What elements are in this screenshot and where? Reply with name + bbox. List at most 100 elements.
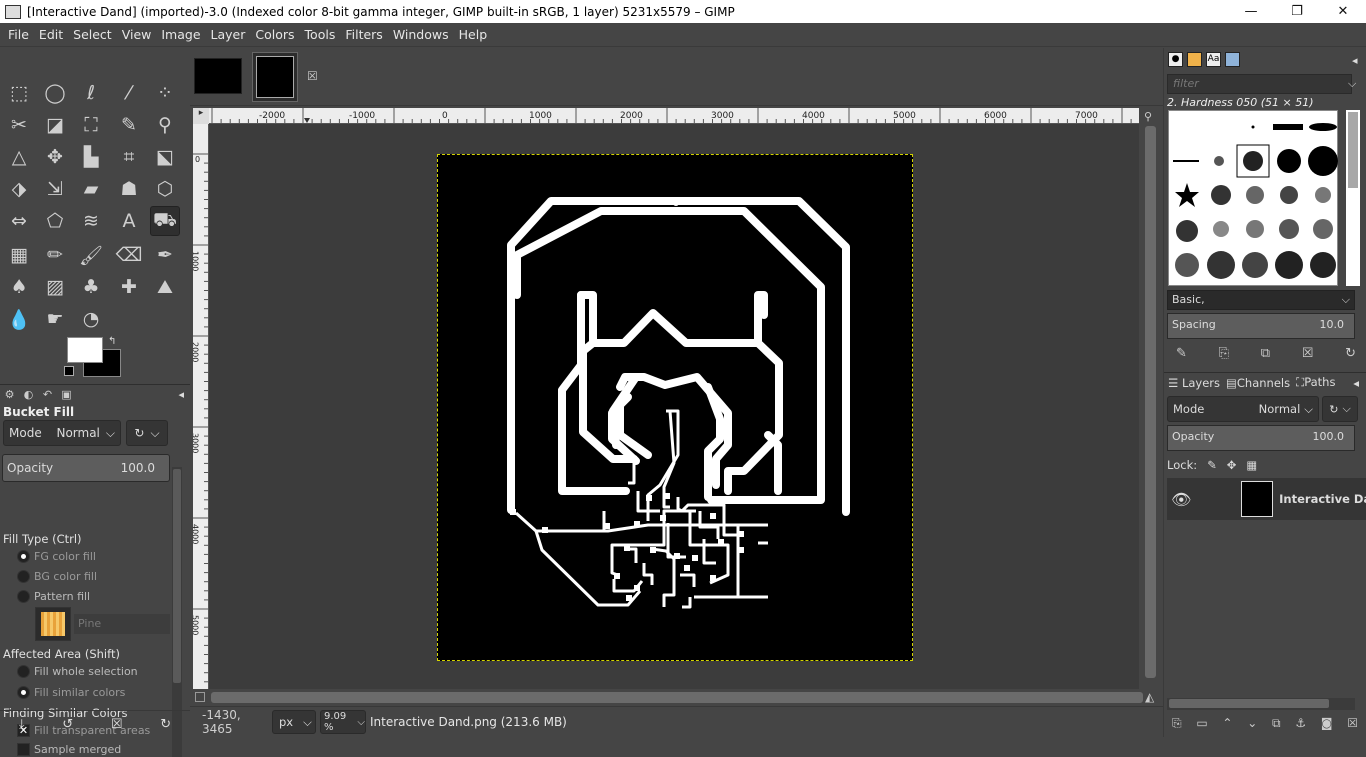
menu-windows[interactable]: Windows	[388, 27, 454, 42]
canvas-vertical-scrollbar[interactable]: ⚲	[1141, 108, 1159, 689]
vertical-ruler[interactable]: 0 1000 2000 3000 4000 5000	[193, 124, 209, 689]
mode-select[interactable]: Mode Normal ⌵	[3, 420, 121, 446]
zoom-tool-icon[interactable]: ⚲	[150, 110, 180, 140]
fill-whole-radio[interactable]	[17, 665, 30, 678]
gradient-tool-icon[interactable]: ▦	[4, 240, 34, 270]
eraser-tool-icon[interactable]: ⌫	[114, 240, 144, 270]
blur-tool-icon[interactable]: 💧	[4, 304, 34, 334]
pattern-name-field[interactable]: Pine	[74, 614, 170, 634]
paintbrush-tool-icon[interactable]: 🖌	[76, 240, 106, 270]
opacity-slider[interactable]: Opacity 100.0	[2, 454, 170, 482]
navigate-icon[interactable]: ◭	[1145, 690, 1154, 704]
smudge-tool-icon[interactable]: ☛	[40, 304, 70, 334]
bg-fill-radio[interactable]	[17, 570, 30, 583]
heal-tool-icon[interactable]: ✚	[114, 272, 144, 302]
tab-paths[interactable]: ⛶Paths	[1296, 375, 1335, 390]
layer-row[interactable]: 👁 Interactive Da	[1167, 478, 1366, 520]
pencil-tool-icon[interactable]: ✏	[40, 240, 70, 270]
measure-tool-icon[interactable]: △	[4, 142, 34, 172]
shear-tool-icon[interactable]: ▰	[76, 174, 106, 204]
new-layer-group-icon[interactable]: ▭	[1196, 716, 1207, 731]
menu-filters[interactable]: Filters	[340, 27, 387, 42]
warp-transform-tool-icon[interactable]: ≋	[76, 206, 106, 236]
delete-brush-icon[interactable]: ☒	[1302, 346, 1314, 361]
brush-spacing-slider[interactable]: Spacing 10.0	[1167, 313, 1355, 339]
paths-tool-icon[interactable]: ⛶	[76, 110, 106, 140]
dock-menu-icon[interactable]: ◂	[1352, 54, 1358, 67]
brush-filter-input[interactable]: filter	[1167, 74, 1352, 94]
raise-layer-icon[interactable]: ⌃	[1222, 716, 1232, 731]
bucket-fill-tool-icon[interactable]: ⛟	[150, 206, 180, 236]
crop-tool-icon[interactable]: ⌗	[114, 142, 144, 172]
unit-select[interactable]: px ⌵	[272, 710, 316, 734]
close-tab-icon[interactable]: ☒	[307, 69, 318, 83]
perspective-clone-tool-icon[interactable]: ⛰	[150, 272, 180, 302]
layer-mode-select[interactable]: Mode Normal ⌵	[1167, 396, 1319, 422]
new-layer-icon[interactable]: ⎘	[1172, 716, 1182, 731]
image-tab-1[interactable]	[194, 58, 242, 94]
delete-options-icon[interactable]: ☒	[111, 717, 123, 732]
rotate-tool-icon[interactable]: ⬗	[4, 174, 34, 204]
mask-layer-icon[interactable]: ◙	[1321, 716, 1333, 731]
visibility-eye-icon[interactable]: 👁	[1167, 490, 1196, 509]
foreground-select-tool-icon[interactable]: ◪	[40, 110, 70, 140]
foreground-color-swatch[interactable]	[67, 337, 103, 363]
image-tab-2[interactable]	[252, 52, 298, 102]
menu-file[interactable]: File	[3, 27, 34, 42]
minimize-button[interactable]: —	[1228, 0, 1274, 23]
unified-transform-tool-icon[interactable]: ⬕	[150, 142, 180, 172]
menu-colors[interactable]: Colors	[250, 27, 299, 42]
text-tool-icon[interactable]: A	[114, 206, 144, 236]
fuzzy-select-tool-icon[interactable]: ⁄	[114, 78, 144, 108]
duplicate-brush-icon[interactable]: ⧉	[1261, 346, 1270, 361]
airbrush-tool-icon[interactable]: ✒	[150, 240, 180, 270]
patterns-tab-icon[interactable]	[1187, 52, 1202, 67]
menu-tools[interactable]: Tools	[300, 27, 341, 42]
menu-layer[interactable]: Layer	[206, 27, 251, 42]
fonts-tab-icon[interactable]: Aa	[1206, 52, 1221, 67]
chevron-down-icon[interactable]: ⌵	[1348, 77, 1356, 91]
edit-brush-icon[interactable]: ✎	[1176, 346, 1187, 361]
horizontal-ruler[interactable]: -2000 -1000 0 1000 2000 3000 4000 5000 6…	[209, 108, 1139, 124]
scissors-tool-icon[interactable]: ✂	[4, 110, 34, 140]
images-tab-icon[interactable]: ▣	[59, 388, 74, 402]
layer-opacity-slider[interactable]: Opacity 100.0	[1167, 425, 1355, 451]
anchor-layer-icon[interactable]: ⚓	[1295, 716, 1306, 731]
quick-mask-toggle[interactable]	[195, 692, 205, 702]
lock-position-icon[interactable]: ✥	[1227, 458, 1237, 472]
color-picker-tool-icon[interactable]: ✎	[114, 110, 144, 140]
default-colors-icon[interactable]	[64, 366, 74, 376]
menu-image[interactable]: Image	[156, 27, 205, 42]
align-tool-icon[interactable]: ▙	[76, 142, 106, 172]
document-history-tab-icon[interactable]	[1225, 52, 1240, 67]
sample-merged-checkbox[interactable]	[17, 743, 30, 756]
menu-help[interactable]: Help	[454, 27, 493, 42]
restore-options-icon[interactable]: ↺	[62, 717, 73, 732]
free-select-tool-icon[interactable]: ℓ	[76, 78, 106, 108]
fill-similar-radio[interactable]	[17, 686, 30, 699]
rect-select-tool-icon[interactable]: ⬚	[4, 78, 34, 108]
close-button[interactable]: ✕	[1320, 0, 1366, 23]
mode-reset-combo[interactable]: ↻ ⌵	[126, 420, 168, 446]
brush-grid-scrollbar[interactable]	[1346, 110, 1360, 286]
cage-transform-tool-icon[interactable]: ☗	[114, 174, 144, 204]
refresh-brushes-icon[interactable]: ↻	[1345, 346, 1356, 361]
ellipse-select-tool-icon[interactable]: ◯	[40, 78, 70, 108]
mypaint-brush-tool-icon[interactable]: ▨	[40, 272, 70, 302]
move-tool-icon[interactable]: ✥	[40, 142, 70, 172]
image-canvas[interactable]	[437, 154, 913, 661]
flip-tool-icon[interactable]: ⇔	[4, 206, 34, 236]
brushes-tab-icon[interactable]: ●	[1168, 52, 1183, 67]
reset-options-icon[interactable]: ↻	[160, 717, 171, 732]
device-status-tab-icon[interactable]: ◐	[21, 388, 36, 402]
ruler-corner[interactable]: ▸	[193, 108, 209, 124]
dock-menu-icon[interactable]: ◂	[1353, 376, 1359, 390]
maximize-button[interactable]: ❐	[1274, 0, 1320, 23]
clone-tool-icon[interactable]: ♣	[76, 272, 106, 302]
menu-select[interactable]: Select	[68, 27, 117, 42]
tab-menu-icon[interactable]: ◂	[178, 388, 184, 401]
canvas-area[interactable]	[209, 124, 1139, 689]
pattern-fill-radio[interactable]	[17, 590, 30, 603]
brush-grid[interactable]	[1168, 110, 1338, 286]
tool-options-tab-icon[interactable]: ⚙	[2, 388, 17, 402]
